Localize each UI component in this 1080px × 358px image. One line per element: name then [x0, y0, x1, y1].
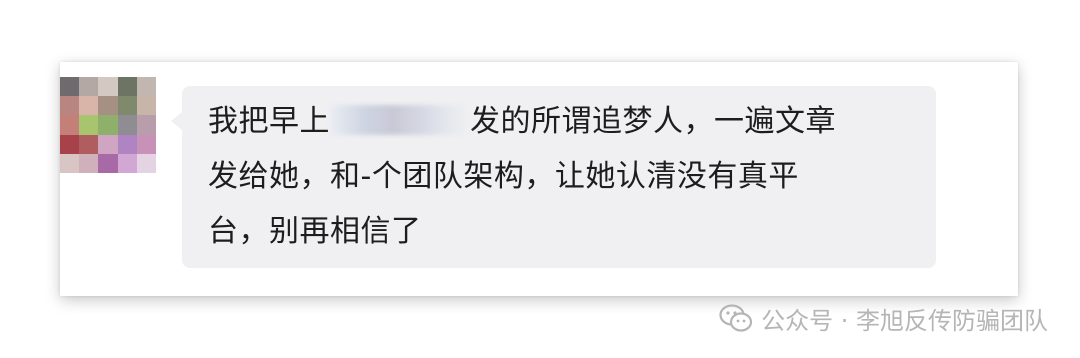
- avatar[interactable]: [60, 77, 156, 173]
- message-line3: 台，别再相信了: [208, 214, 422, 249]
- message-line1-start: 我把早上: [208, 104, 330, 139]
- message-bubble[interactable]: 我把早上 发的所谓追梦人，一遍文章发给她，和-个团队架构，让她认清没有真平 台，别再…: [171, 86, 936, 268]
- watermark: 公众号 · 李旭反传防骗团队: [719, 300, 1048, 336]
- watermark-text: 公众号 · 李旭反传防骗团队: [761, 306, 1048, 335]
- redacted-blur: [330, 105, 470, 135]
- chat-card: 我把早上 发的所谓追梦人，一遍文章发给她，和-个团队架构，让她认清没有真平 台，别再…: [60, 62, 1018, 296]
- wechat-icon: [719, 304, 753, 332]
- message-text: 我把早上 发的所谓追梦人，一遍文章发给她，和-个团队架构，让她认清没有真平 台，别再…: [208, 94, 918, 259]
- message-line2: 发给她，和-个团队架构，让她认清没有真平: [208, 159, 799, 194]
- message-line1-end: 发的所谓追梦人，一遍文章: [470, 104, 836, 139]
